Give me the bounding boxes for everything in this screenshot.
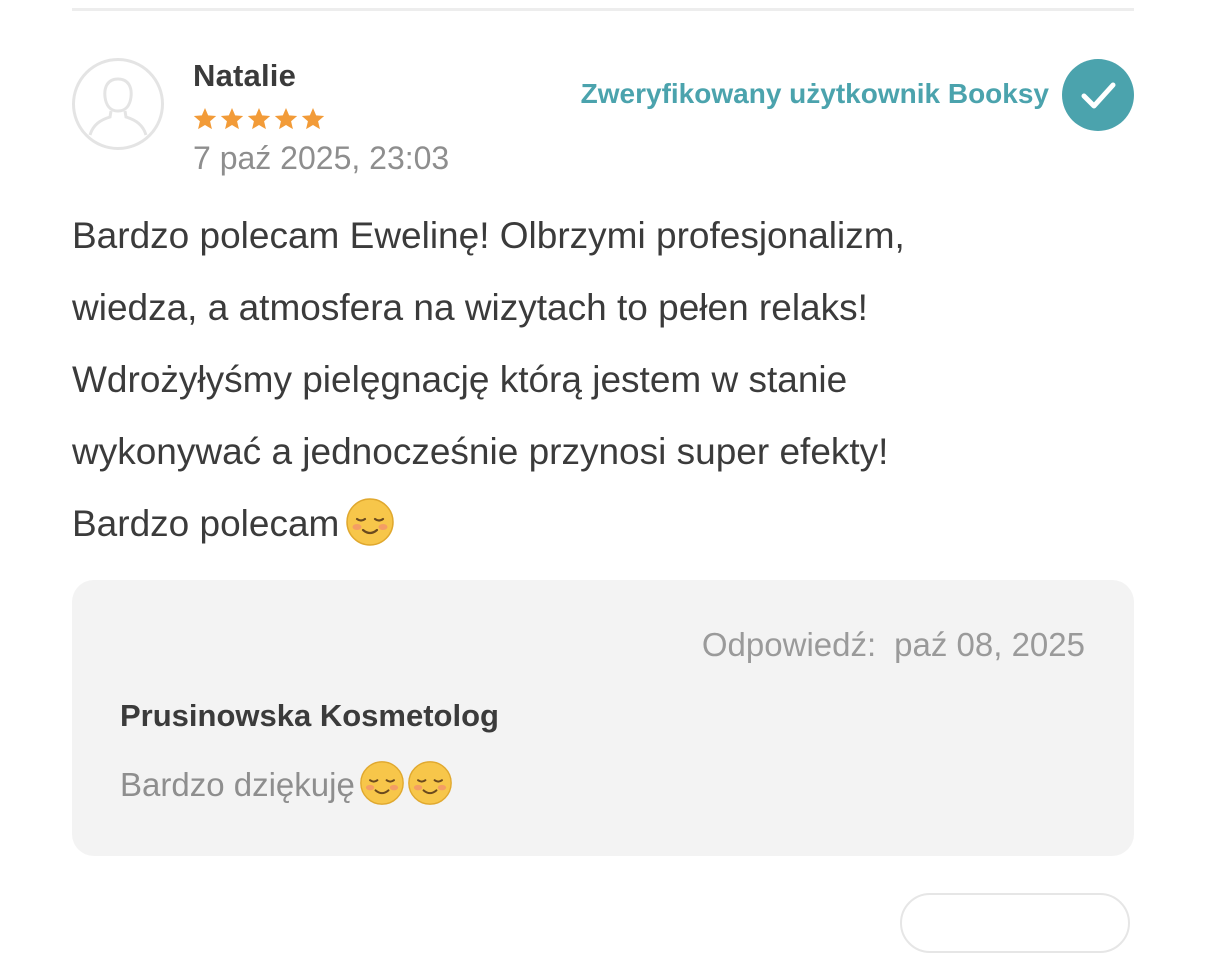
review-text-line: wykonywać a jednocześnie przynosi super … — [72, 431, 889, 472]
reply-date: paź 08, 2025 — [894, 626, 1085, 663]
smiling-face-icon — [359, 761, 404, 806]
reply-author: Prusinowska Kosmetolog — [120, 698, 499, 733]
user-placeholder-icon — [88, 77, 148, 136]
reply-date-label: Odpowiedź: — [701, 626, 877, 663]
smiling-face-icon — [407, 761, 452, 806]
review-date: 7 paź 2025, 23:03 — [193, 140, 450, 176]
review-text-line: Bardzo polecam — [72, 503, 340, 544]
star-filled-icon — [274, 107, 298, 130]
verified-user-label: Zweryfikowany użytkownik Booksy — [580, 78, 1049, 109]
reply-date-row: Odpowiedź: paź 08, 2025 — [702, 626, 1085, 664]
avatar — [72, 58, 164, 150]
verified-check-icon — [1062, 59, 1134, 131]
top-divider — [72, 8, 1134, 11]
reviewer-name: Natalie — [193, 58, 297, 93]
review-text: Bardzo polecam Ewelinę! Olbrzymi profesj… — [72, 200, 1134, 560]
star-filled-icon — [247, 107, 271, 130]
bottom-action-button[interactable] — [900, 893, 1130, 953]
smiling-face-icon — [346, 498, 395, 546]
star-filled-icon — [301, 107, 325, 130]
review-text-line: Bardzo polecam Ewelinę! Olbrzymi profesj… — [72, 215, 905, 256]
star-rating — [192, 106, 326, 132]
review-text-line: Wdrożyłyśmy pielęgnację którą jestem w s… — [72, 359, 848, 400]
review-text-line-last: Bardzo polecam — [72, 488, 1134, 560]
star-filled-icon — [220, 107, 244, 130]
reply-text: Bardzo dziękuję — [120, 766, 355, 803]
business-reply: Odpowiedź: paź 08, 2025 Prusinowska Kosme… — [72, 580, 1134, 856]
review-text-line: wiedza, a atmosfera na wizytach to pełen… — [72, 287, 868, 328]
star-filled-icon — [193, 107, 217, 130]
reply-text-row: Bardzo dziękuję — [120, 761, 453, 806]
